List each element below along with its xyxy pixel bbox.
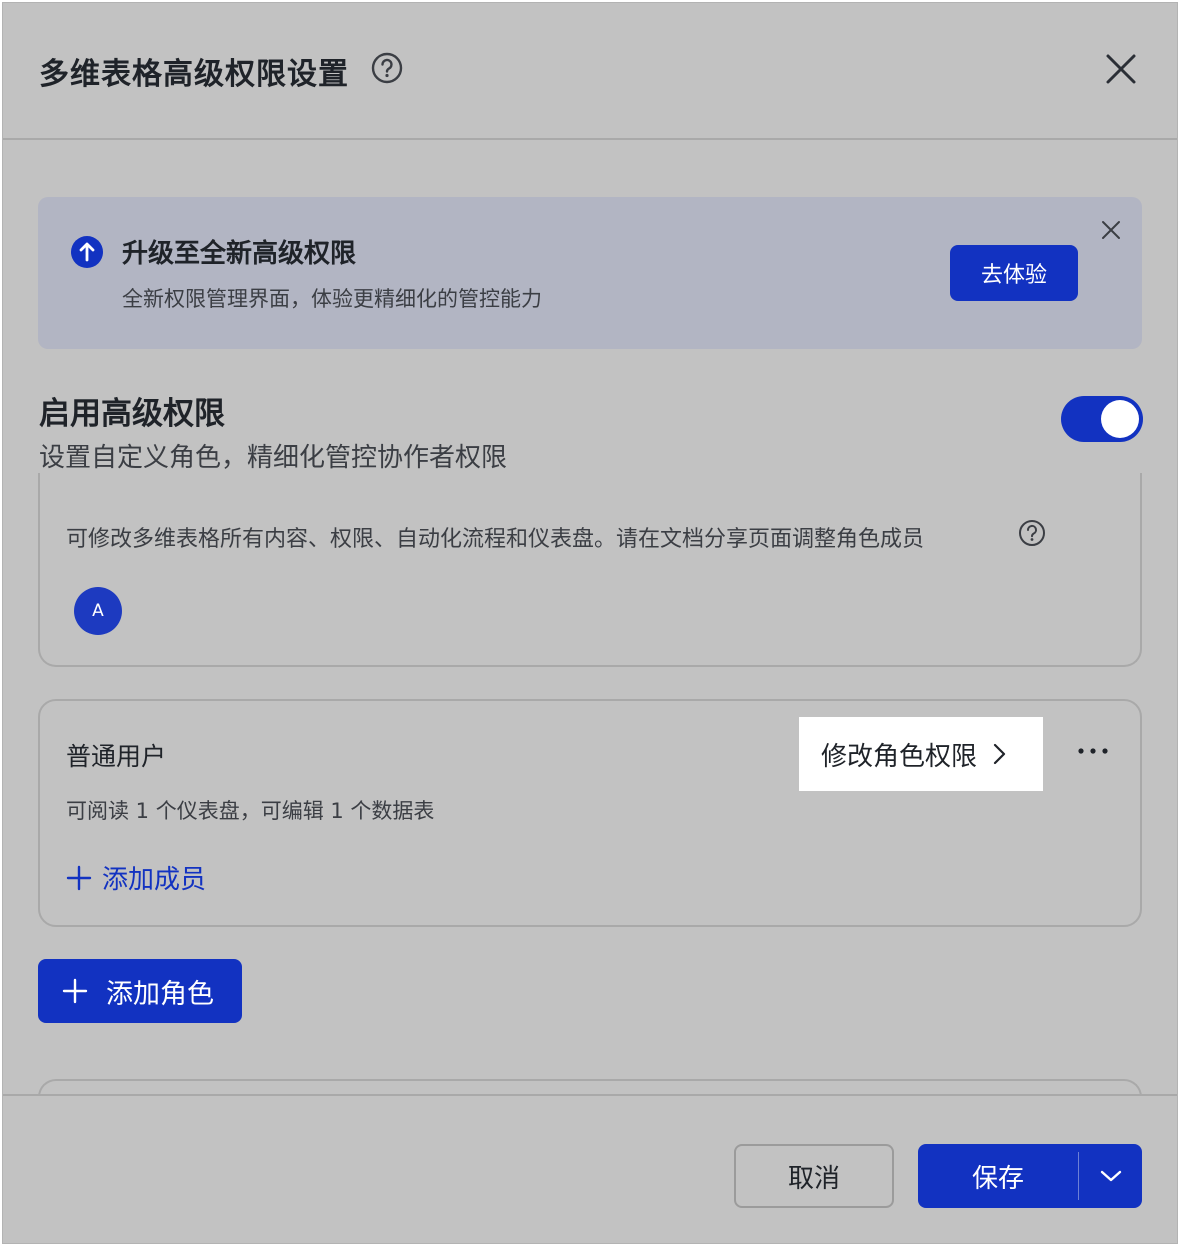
chevron-down-icon bbox=[1100, 1170, 1121, 1182]
close-icon[interactable] bbox=[1103, 51, 1139, 87]
save-button-group: 保存 bbox=[918, 1144, 1142, 1208]
user-role-description: 可阅读 1 个仪表盘，可编辑 1 个数据表 bbox=[66, 799, 435, 823]
try-now-button[interactable]: 去体验 bbox=[950, 245, 1078, 301]
enable-advanced-description: 设置自定义角色，精细化管控协作者权限 bbox=[39, 443, 508, 473]
banner-title: 升级至全新高级权限 bbox=[122, 239, 357, 269]
plus-icon bbox=[66, 865, 92, 890]
plus-icon bbox=[62, 978, 88, 1004]
dialog-header: 多维表格高级权限设置 bbox=[3, 3, 1177, 140]
add-role-label: 添加角色 bbox=[106, 978, 214, 1010]
cancel-button[interactable]: 取消 bbox=[734, 1144, 894, 1208]
admin-role-card: 可修改多维表格所有内容、权限、自动化流程和仪表盘。请在文档分享页面调整角色成员 … bbox=[38, 473, 1142, 667]
avatar: A bbox=[74, 587, 122, 635]
dialog-title: 多维表格高级权限设置 bbox=[39, 57, 349, 92]
banner-description: 全新权限管理界面，体验更精细化的管控能力 bbox=[122, 287, 542, 311]
upgrade-banner: 升级至全新高级权限 全新权限管理界面，体验更精细化的管控能力 去体验 bbox=[38, 197, 1142, 349]
save-button[interactable]: 保存 bbox=[918, 1144, 1078, 1208]
user-role-title: 普通用户 bbox=[66, 742, 167, 771]
enable-advanced-title: 启用高级权限 bbox=[39, 396, 225, 432]
add-role-button[interactable]: 添加角色 bbox=[38, 959, 242, 1023]
dialog-footer: 取消 保存 bbox=[3, 1094, 1177, 1243]
add-member-label: 添加成员 bbox=[102, 865, 207, 895]
toggle-knob bbox=[1101, 400, 1139, 438]
banner-close-icon[interactable] bbox=[1100, 219, 1122, 241]
save-options-dropdown[interactable] bbox=[1079, 1144, 1142, 1208]
add-member-button[interactable]: 添加成员 bbox=[66, 859, 206, 896]
edit-role-permission-button[interactable]: 修改角色权限 bbox=[799, 717, 1043, 791]
chevron-right-icon bbox=[993, 743, 1006, 765]
user-role-card: 普通用户 可阅读 1 个仪表盘，可编辑 1 个数据表 修改角色权限 添加成员 bbox=[38, 699, 1142, 927]
advanced-permission-dialog: 多维表格高级权限设置 升级至全新高级权限 全新权限管理界面，体验更精细化的管控能… bbox=[2, 2, 1178, 1244]
admin-role-description: 可修改多维表格所有内容、权限、自动化流程和仪表盘。请在文档分享页面调整角色成员 bbox=[66, 527, 925, 552]
advanced-permission-toggle[interactable] bbox=[1061, 396, 1143, 442]
more-options-icon[interactable] bbox=[1074, 739, 1112, 763]
arrow-up-circle-icon bbox=[71, 236, 103, 268]
edit-role-permission-label: 修改角色权限 bbox=[821, 741, 978, 772]
help-icon[interactable] bbox=[371, 52, 403, 84]
help-icon[interactable] bbox=[1018, 519, 1046, 547]
